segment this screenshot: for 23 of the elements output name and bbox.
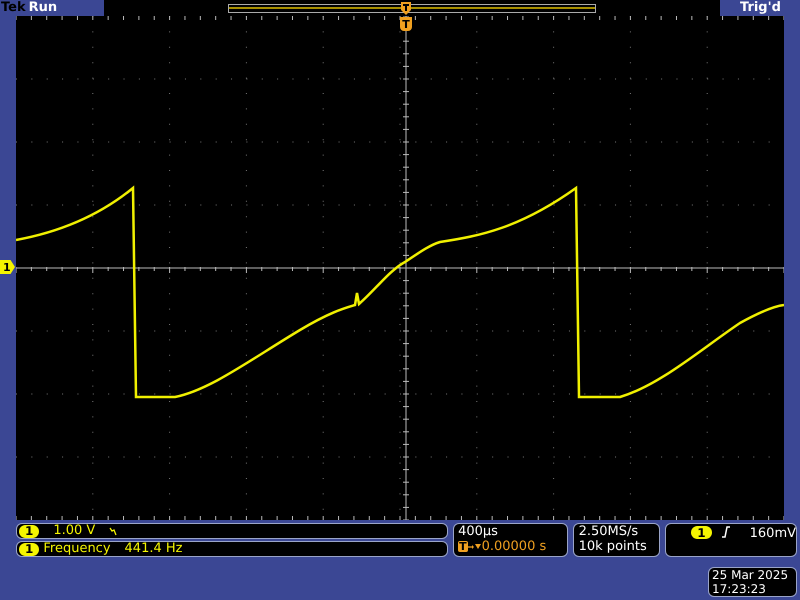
measurement-label: Frequency xyxy=(43,540,111,558)
channel-marker: 1 xyxy=(0,260,15,274)
trigger-badge: T xyxy=(458,541,468,552)
horizontal-scale: 400µs xyxy=(458,524,499,539)
trigger-status: Trig'd xyxy=(739,0,782,16)
acquisition-status: Run xyxy=(28,0,58,16)
delay-arrow-icon xyxy=(468,542,482,550)
vertical-scale: 1.00 V xyxy=(53,522,96,540)
horizontal-delay: 0.00000 s xyxy=(482,539,546,554)
measurement-value: 441.4 Hz xyxy=(124,540,182,558)
trigger-position-icon xyxy=(400,2,412,15)
record-length: 10k points xyxy=(578,539,648,554)
channel-badge: 1 xyxy=(691,526,712,539)
time: 17:23:23 xyxy=(712,582,767,596)
date: 25 Mar 2025 xyxy=(712,568,790,582)
trigger-level: 160mV xyxy=(750,526,796,541)
brand-label: Tek xyxy=(0,0,26,16)
rising-edge-icon xyxy=(722,526,730,538)
bandwidth-limit-icon xyxy=(109,526,118,536)
channel-badge: 1 xyxy=(19,542,40,556)
channel-badge: 1 xyxy=(19,524,40,538)
sample-rate: 2.50MS/s xyxy=(578,524,640,539)
trigger-marker: T xyxy=(400,17,412,31)
